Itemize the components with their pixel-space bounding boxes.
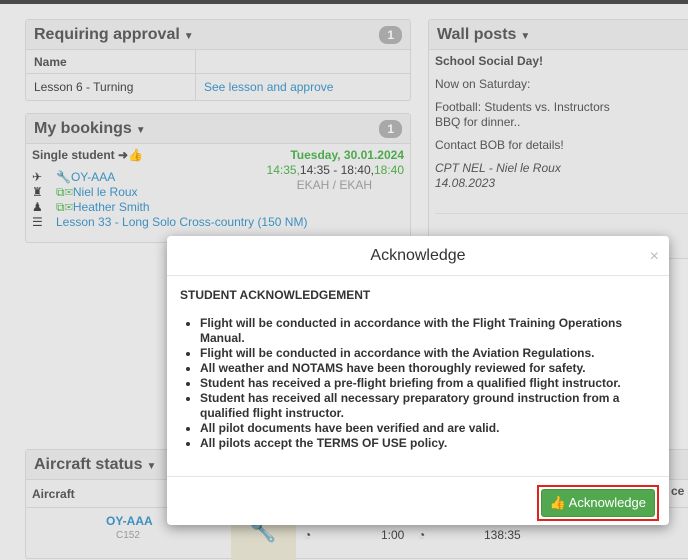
column-header-partial: ce <box>671 484 685 498</box>
time-value: 1:00 <box>381 528 405 542</box>
top-bar <box>0 0 688 4</box>
count-badge: 1 <box>379 120 402 138</box>
panel-title: Wall posts <box>437 26 517 43</box>
airplane-icon: ✈ <box>32 170 43 184</box>
student-link[interactable]: Heather Smith <box>73 200 150 214</box>
post-date: 14.08.2023 <box>435 176 496 190</box>
list-item: Student has received a pre-flight briefi… <box>200 376 656 391</box>
post-text: Contact BOB for details! <box>435 138 564 152</box>
time-range: 14:35 - 18:40, <box>299 163 374 177</box>
aircraft-type: C152 <box>116 530 140 541</box>
panel-header[interactable]: Wall posts ▼ <box>429 20 688 50</box>
button-label: Acknowledge <box>568 495 646 510</box>
aircraft-link[interactable]: OY-AAA <box>71 170 115 184</box>
requiring-approval-panel: Requiring approval ▼ 1 Name Lesson 6 - Tur… <box>25 19 411 101</box>
list-item: Student has received all necessary prepa… <box>200 391 656 421</box>
approve-link[interactable]: See lesson and approve <box>196 74 341 100</box>
copy-icon[interactable]: ⧉ <box>56 200 65 214</box>
column-header-name: Name <box>26 50 196 73</box>
instructor-icon: ♜ <box>32 185 43 199</box>
aircraft-reg-link[interactable]: OY-AAA <box>106 514 153 528</box>
list-icon: ☰ <box>32 215 43 229</box>
route: EKAH / EKAH <box>296 178 372 192</box>
caret-down-icon[interactable]: ▼ <box>184 31 194 42</box>
post-title: School Social Day! <box>435 54 544 68</box>
lesson-name: Lesson 6 - Turning <box>26 74 196 100</box>
list-item: Flight will be conducted in accordance w… <box>200 316 656 346</box>
close-icon[interactable]: × <box>650 248 659 266</box>
caret-down-icon[interactable]: ▼ <box>146 461 156 472</box>
caret-down-icon[interactable]: ▼ <box>520 31 530 42</box>
post-text: Football: Students vs. Instructors <box>435 100 610 114</box>
panel-title: Requiring approval <box>34 26 180 43</box>
count-badge: 1 <box>379 26 402 44</box>
copy-icon[interactable]: ⧉ <box>56 185 65 199</box>
list-item: All pilots accept the TERMS OF USE polic… <box>200 436 656 451</box>
wall-posts-panel: Wall posts ▼ School Social Day! Now on Sa… <box>428 19 688 259</box>
time-start: 14:35, <box>266 163 300 177</box>
thumbs-up-icon: 👍 <box>128 148 144 162</box>
list-item: All weather and NOTAMS have been thoroug… <box>200 361 656 376</box>
my-bookings-panel: My bookings ▼ 1 Single student ➜👍 Tuesday,… <box>25 113 411 243</box>
panel-title: Aircraft status <box>34 456 143 473</box>
acknowledge-button[interactable]: 👍 Acknowledge <box>540 489 655 517</box>
list-item: Flight will be conducted in accordance w… <box>200 346 656 361</box>
booking-date: Tuesday, 30.01.2024 <box>290 148 404 162</box>
clock-icon: ◔ <box>418 528 426 542</box>
wrench-icon: 🔧 <box>56 170 71 184</box>
post-text: BBQ for dinner.. <box>435 115 521 129</box>
envelope-icon[interactable]: ✉ <box>65 185 73 199</box>
panel-header[interactable]: Requiring approval ▼ 1 <box>26 20 410 50</box>
caret-down-icon[interactable]: ▼ <box>136 125 146 136</box>
acknowledgement-list: Flight will be conducted in accordance w… <box>200 316 656 451</box>
time-end: 18:40 <box>373 163 404 177</box>
highlight-box: 👍 Acknowledge <box>536 485 659 521</box>
post-author: CPT NEL - Niel le Roux <box>435 161 561 175</box>
student-icon: ♟ <box>32 200 43 214</box>
thumbs-up-icon: 👍 <box>549 495 569 510</box>
instructor-link[interactable]: Niel le Roux <box>73 185 138 199</box>
panel-title: My bookings <box>34 120 132 137</box>
list-item: All pilot documents have been verified a… <box>200 421 656 436</box>
post-text: Now on Saturday: <box>435 77 531 91</box>
modal-title: Acknowledge <box>370 247 466 264</box>
clock-icon: ◔ <box>304 528 312 542</box>
lesson-link[interactable]: Lesson 33 - Long Solo Cross-country (150… <box>56 215 307 229</box>
acknowledge-modal: Acknowledge × STUDENT ACKNOWLEDGEMENT Fli… <box>167 236 669 525</box>
envelope-icon[interactable]: ✉ <box>65 200 73 214</box>
modal-heading: STUDENT ACKNOWLEDGEMENT <box>180 288 371 302</box>
time-value: 138:35 <box>484 528 521 542</box>
booking-type: Single student ➜ <box>32 148 129 162</box>
panel-header[interactable]: My bookings ▼ 1 <box>26 114 410 144</box>
